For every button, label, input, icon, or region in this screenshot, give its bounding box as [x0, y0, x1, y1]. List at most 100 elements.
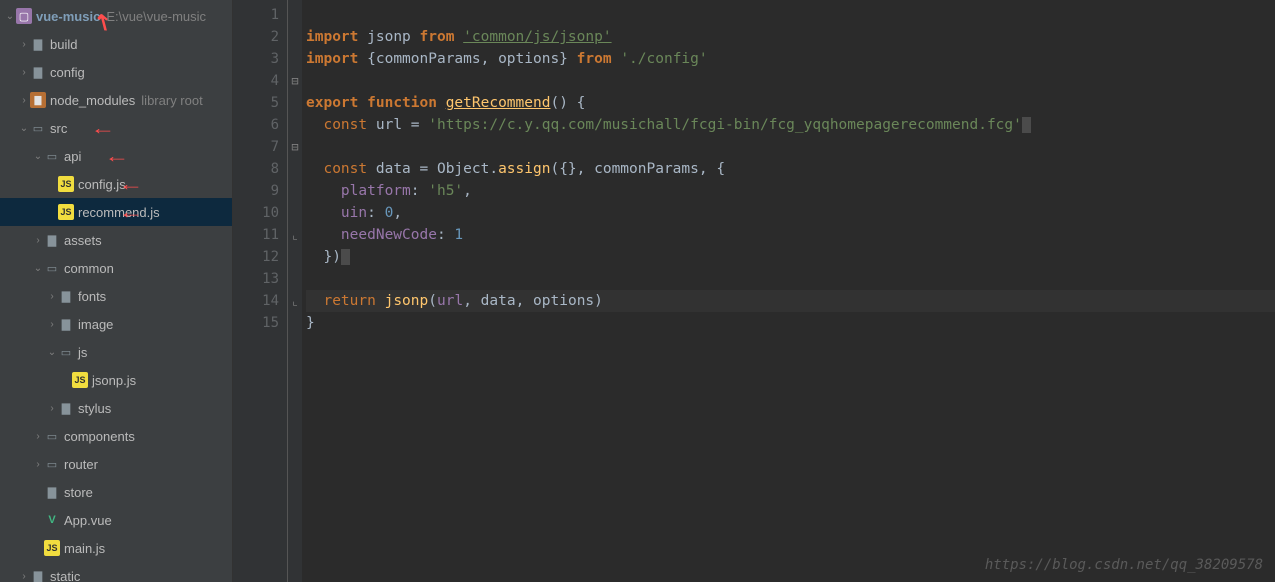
- fold-marker: [288, 26, 302, 48]
- line-number: 15: [233, 312, 279, 334]
- code-line: }): [306, 249, 350, 265]
- tree-item-components[interactable]: ›▭components: [0, 422, 232, 450]
- line-number: 2: [233, 26, 279, 48]
- fold-marker: [288, 246, 302, 268]
- tree-item-label: config: [50, 65, 85, 80]
- chevron-down-icon: ⌄: [4, 11, 16, 22]
- chevron-down-icon[interactable]: ⌄: [32, 263, 44, 274]
- code-line: export function getRecommend() {: [306, 95, 585, 111]
- tree-item-label: fonts: [78, 289, 106, 304]
- tree-item-jsonp-js[interactable]: JS jsonp.js: [0, 366, 232, 394]
- tree-item-label: src: [50, 121, 67, 136]
- folder-icon: ▇: [30, 64, 46, 80]
- js-icon: JS: [72, 372, 88, 388]
- line-number: 6: [233, 114, 279, 136]
- folder-icon: ▇: [44, 232, 60, 248]
- annotation-arrow-icon: ←: [104, 146, 129, 167]
- tree-item-config[interactable]: ›▇ config: [0, 58, 232, 86]
- line-number-gutter: 123456789101112131415: [233, 0, 288, 582]
- line-number: 3: [233, 48, 279, 70]
- code-line: [306, 73, 315, 89]
- line-number: 12: [233, 246, 279, 268]
- tree-item-static[interactable]: ›▇ static: [0, 562, 232, 582]
- line-number: 13: [233, 268, 279, 290]
- tree-item-fonts[interactable]: ›▇fonts: [0, 282, 232, 310]
- code-content[interactable]: import jsonp from 'common/js/jsonp' impo…: [302, 0, 1275, 582]
- chevron-right-icon[interactable]: ›: [18, 39, 30, 50]
- code-line: [306, 139, 315, 155]
- tree-root[interactable]: ⌄ ▢ vue-music E:\vue\vue-music ↖: [0, 2, 232, 30]
- tree-item-router[interactable]: ›▭router: [0, 450, 232, 478]
- code-line: }: [306, 315, 315, 331]
- chevron-right-icon[interactable]: ›: [32, 431, 44, 442]
- chevron-down-icon[interactable]: ⌄: [32, 151, 44, 162]
- tree-item-src[interactable]: ⌄▭ src ←: [0, 114, 232, 142]
- tree-item-label: static: [50, 569, 80, 582]
- tree-item-image[interactable]: ›▇image: [0, 310, 232, 338]
- chevron-down-icon[interactable]: ⌄: [18, 123, 30, 134]
- fold-marker[interactable]: ⌞: [288, 290, 302, 312]
- project-icon: ▢: [16, 8, 32, 24]
- tree-item-api[interactable]: ⌄▭ api ←: [0, 142, 232, 170]
- fold-marker: [288, 92, 302, 114]
- line-number: 8: [233, 158, 279, 180]
- line-number: 11: [233, 224, 279, 246]
- tree-item-label: node_modules: [50, 93, 135, 108]
- tree-item-recommend-js[interactable]: JSrecommend.js←: [0, 198, 232, 226]
- annotation-arrow-icon: ←: [90, 118, 115, 139]
- tree-item-node_modules[interactable]: ›▇node_moduleslibrary root: [0, 86, 232, 114]
- code-line: [306, 337, 315, 353]
- tree-item-label: js: [78, 345, 87, 360]
- tree-item-build[interactable]: ›▇build: [0, 30, 232, 58]
- fold-marker[interactable]: ⊟: [288, 136, 302, 158]
- annotation-arrow-icon: ←: [118, 202, 143, 223]
- chevron-right-icon[interactable]: ›: [46, 319, 58, 330]
- tree-item-store[interactable]: ▇ store: [0, 478, 232, 506]
- code-line: needNewCode: 1: [306, 227, 463, 243]
- fold-marker: [288, 202, 302, 224]
- tree-item-label: assets: [64, 233, 102, 248]
- folder-icon: ▇: [44, 484, 60, 500]
- line-number: 7: [233, 136, 279, 158]
- code-line: const url = 'https://c.y.qq.com/musichal…: [306, 117, 1031, 133]
- tree-item-config-js[interactable]: JSconfig.js←: [0, 170, 232, 198]
- tree-item-label: store: [64, 485, 93, 500]
- chevron-right-icon[interactable]: ›: [46, 291, 58, 302]
- folder-open-icon: ▭: [30, 120, 46, 136]
- fold-marker[interactable]: ⌞: [288, 224, 302, 246]
- tree-item-label: App.vue: [64, 513, 112, 528]
- js-icon: JS: [44, 540, 60, 556]
- tree-item-label: api: [64, 149, 81, 164]
- code-line: import jsonp from 'common/js/jsonp': [306, 29, 612, 45]
- tree-item-stylus[interactable]: ›▇stylus: [0, 394, 232, 422]
- fold-gutter: ⊟ ⊟ ⌞ ⌞: [288, 0, 302, 582]
- chevron-right-icon[interactable]: ›: [18, 571, 30, 582]
- tree-item-assets[interactable]: ›▇ assets: [0, 226, 232, 254]
- folder-open-icon: ▭: [44, 260, 60, 276]
- js-icon: JS: [58, 204, 74, 220]
- tree-item-label: image: [78, 317, 113, 332]
- chevron-right-icon[interactable]: ›: [46, 403, 58, 414]
- tree-item-App-vue[interactable]: VApp.vue: [0, 506, 232, 534]
- folder-open-icon: ▭: [58, 344, 74, 360]
- line-number: 1: [233, 4, 279, 26]
- fold-marker[interactable]: ⊟: [288, 70, 302, 92]
- line-number: 4: [233, 70, 279, 92]
- line-number: 10: [233, 202, 279, 224]
- folder-open-icon: ▭: [44, 148, 60, 164]
- tree-item-label: main.js: [64, 541, 105, 556]
- chevron-right-icon[interactable]: ›: [32, 459, 44, 470]
- line-number: 14: [233, 290, 279, 312]
- tree-item-common[interactable]: ⌄▭common: [0, 254, 232, 282]
- chevron-right-icon[interactable]: ›: [32, 235, 44, 246]
- chevron-right-icon[interactable]: ›: [18, 67, 30, 78]
- folder-icon: ▇: [30, 568, 46, 582]
- chevron-down-icon[interactable]: ⌄: [46, 347, 58, 358]
- tree-item-js[interactable]: ⌄▭ js: [0, 338, 232, 366]
- folder-icon: ▇: [58, 400, 74, 416]
- chevron-right-icon[interactable]: ›: [18, 95, 30, 106]
- tree-item-main-js[interactable]: JS main.js: [0, 534, 232, 562]
- code-editor[interactable]: 123456789101112131415 ⊟ ⊟ ⌞ ⌞ import jso…: [233, 0, 1275, 582]
- project-tree[interactable]: ⌄ ▢ vue-music E:\vue\vue-music ↖ ›▇build…: [0, 0, 233, 582]
- tree-item-label: jsonp.js: [92, 373, 136, 388]
